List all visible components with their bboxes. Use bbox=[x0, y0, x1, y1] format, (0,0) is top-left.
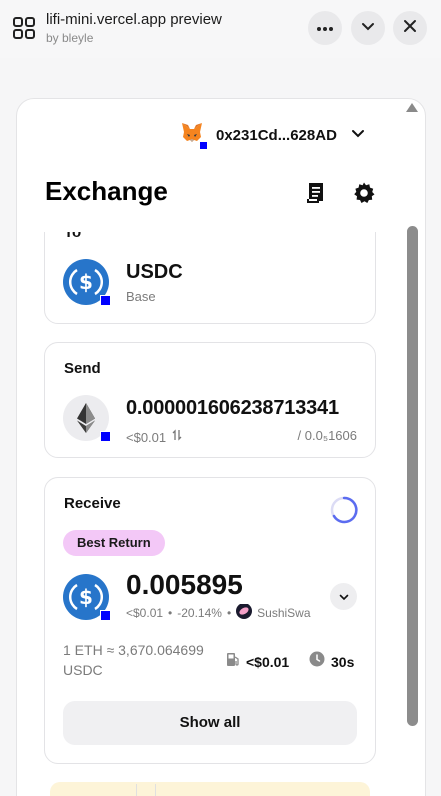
gas-pump-icon bbox=[226, 651, 240, 672]
collapse-button[interactable] bbox=[351, 11, 385, 45]
provider-name: SushiSwa bbox=[257, 606, 311, 620]
close-icon bbox=[403, 19, 417, 38]
wallet-address: 0x231Cd...628AD bbox=[216, 126, 337, 144]
show-all-button[interactable]: Show all bbox=[63, 701, 357, 745]
scrollbar-thumb[interactable] bbox=[407, 226, 418, 726]
send-label: Send bbox=[64, 360, 101, 377]
page-title: Exchange bbox=[45, 176, 168, 206]
estimated-time-value: 30s bbox=[331, 653, 355, 670]
svg-text:$: $ bbox=[79, 585, 93, 609]
separator-dot: • bbox=[226, 606, 232, 620]
scroll-up-arrow[interactable] bbox=[406, 103, 418, 112]
window-header: lifi-mini.vercel.app preview by bleyle bbox=[0, 0, 441, 58]
send-balance[interactable]: / 0.0₅1606 bbox=[298, 428, 357, 443]
separator-dot: • bbox=[168, 606, 173, 620]
grid-icon[interactable] bbox=[12, 16, 36, 40]
exchange-rate: 1 ETH ≈ 3,670.064699 USDC bbox=[63, 640, 204, 680]
window-title: lifi-mini.vercel.app preview bbox=[46, 11, 222, 28]
more-options-button[interactable] bbox=[308, 11, 342, 45]
scroll-clip bbox=[40, 214, 380, 232]
usdc-token-icon: $ bbox=[63, 259, 111, 306]
chevron-down-icon bbox=[339, 588, 349, 606]
chain-badge bbox=[100, 431, 111, 442]
refresh-spinner-icon[interactable] bbox=[330, 496, 358, 529]
clock-icon bbox=[309, 651, 325, 672]
price-impact: -20.14% bbox=[177, 606, 222, 620]
swap-arrows-icon[interactable] bbox=[172, 428, 182, 446]
base-chain-badge bbox=[100, 610, 111, 621]
receive-label: Receive bbox=[64, 495, 121, 512]
chain-badge bbox=[199, 141, 208, 150]
best-return-badge: Best Return bbox=[63, 530, 165, 556]
eth-token-icon bbox=[63, 395, 111, 442]
exchange-rate-line2: USDC bbox=[63, 662, 103, 678]
base-chain-badge bbox=[100, 295, 111, 306]
to-token-symbol: USDC bbox=[126, 261, 183, 283]
svg-text:$: $ bbox=[79, 270, 93, 294]
gas-fee-value: <$0.01 bbox=[246, 653, 290, 670]
chevron-down-icon bbox=[361, 19, 375, 37]
to-chain-name: Base bbox=[126, 289, 156, 304]
chevron-down-icon bbox=[351, 126, 365, 144]
divider bbox=[136, 784, 137, 796]
next-card-peek bbox=[50, 782, 370, 796]
receipt-icon[interactable] bbox=[304, 181, 328, 205]
more-dots-icon bbox=[316, 19, 334, 37]
receive-usd-value: <$0.01 bbox=[126, 606, 164, 620]
window-subtitle: by bleyle bbox=[46, 31, 94, 45]
estimated-time: 30s bbox=[309, 651, 354, 672]
route-details: <$0.01 • -20.14% • SushiSwa bbox=[126, 604, 330, 622]
metamask-fox-icon bbox=[180, 122, 208, 150]
usdc-token-icon: $ bbox=[63, 574, 111, 621]
close-button[interactable] bbox=[393, 11, 427, 45]
gear-icon[interactable] bbox=[352, 181, 376, 205]
exchange-rate-line1: 1 ETH ≈ 3,670.064699 bbox=[63, 642, 204, 658]
send-amount-input[interactable]: 0.000001606238713341 bbox=[126, 397, 339, 420]
divider bbox=[155, 784, 156, 796]
expand-route-button[interactable] bbox=[330, 583, 357, 610]
sushiswap-icon bbox=[236, 604, 253, 622]
wallet-selector[interactable]: 0x231Cd...628AD bbox=[180, 122, 365, 150]
receive-amount: 0.005895 bbox=[126, 569, 243, 600]
gas-fee: <$0.01 bbox=[226, 651, 289, 672]
send-usd-value: <$0.01 bbox=[126, 429, 167, 445]
